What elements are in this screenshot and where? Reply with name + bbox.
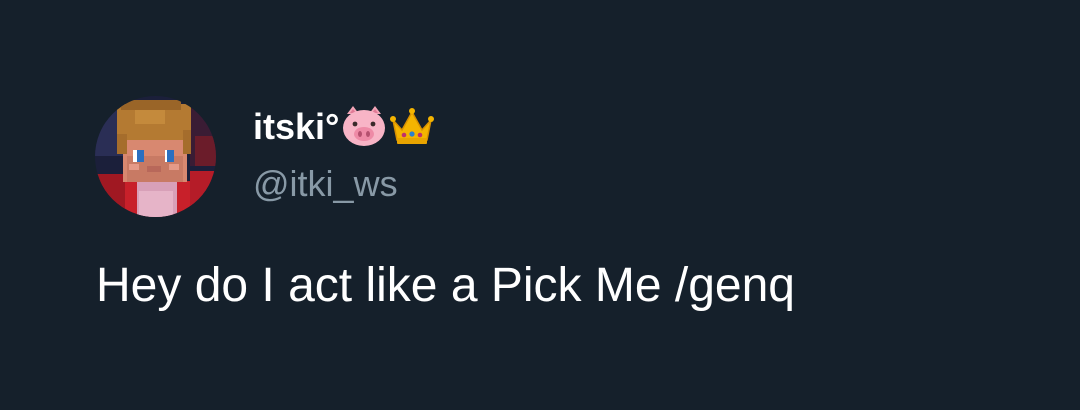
crown-icon bbox=[389, 104, 435, 150]
user-handle[interactable]: @itki_ws bbox=[253, 161, 398, 207]
tweet-text: Hey do I act like a Pick Me /genq bbox=[96, 259, 795, 312]
tweet-card: itski° @itki_ws Hey do I act like a Pick… bbox=[0, 0, 1080, 410]
pig-face-icon bbox=[341, 104, 387, 150]
display-name-row: itski° bbox=[253, 104, 435, 150]
minecraft-skin-avatar-icon bbox=[95, 96, 216, 217]
avatar[interactable] bbox=[95, 96, 216, 217]
display-name[interactable]: itski° bbox=[253, 104, 339, 150]
